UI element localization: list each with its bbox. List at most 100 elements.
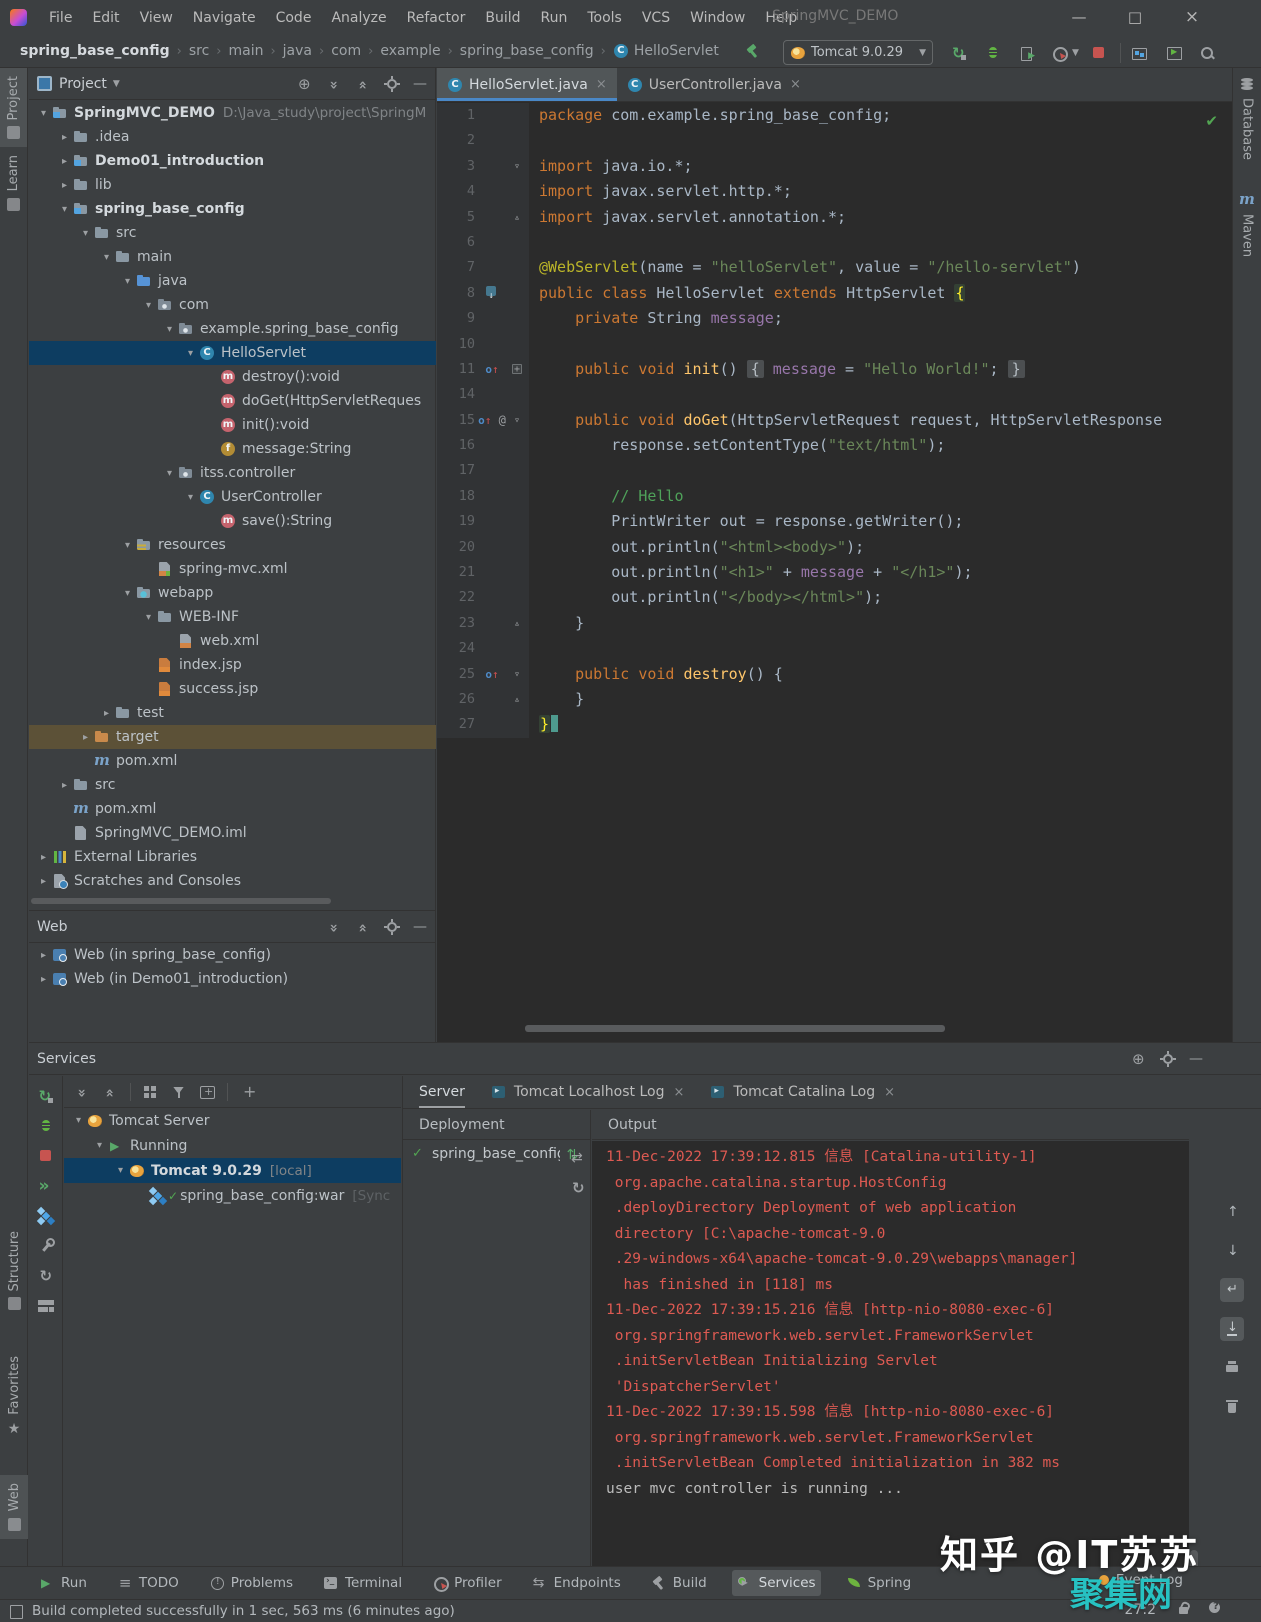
add-icon[interactable] — [240, 1084, 256, 1100]
project-tree-row[interactable]: ▾spring_base_config — [29, 197, 436, 221]
override-marker-icon[interactable]: o — [485, 668, 492, 681]
wrench-icon[interactable] — [38, 1238, 54, 1254]
run-configuration-select[interactable]: Tomcat 9.0.29 ▼ — [783, 40, 933, 65]
tree-arrow-icon[interactable]: ▸ — [35, 974, 52, 985]
editor-gutter[interactable]: 17 — [437, 458, 529, 483]
tool-window-button[interactable] — [1163, 42, 1185, 64]
tree-arrow-icon[interactable]: ▸ — [56, 132, 73, 143]
window-minimize-icon[interactable]: — — [1066, 4, 1092, 30]
fold-marker-icon[interactable]: ▿ — [509, 154, 525, 179]
editor-gutter[interactable]: 8 — [437, 281, 529, 306]
close-icon[interactable]: × — [596, 77, 607, 92]
horizontal-scrollbar[interactable] — [31, 898, 331, 904]
code-editor[interactable]: 1package com.example.spring_base_config;… — [437, 103, 1232, 1008]
status-item-problems[interactable]: Problems — [204, 1570, 298, 1596]
project-tree-row[interactable]: ▾UserController — [29, 485, 436, 509]
profiler-dropdown-icon[interactable]: ▼ — [1072, 48, 1079, 58]
tool-button-web[interactable]: Web — [0, 1475, 28, 1538]
tree-arrow-icon[interactable]: ▸ — [77, 732, 94, 743]
breadcrumb-item[interactable]: src — [189, 43, 209, 59]
project-tree-row[interactable]: ▾SpringMVC_DEMOD:\Java_study\project\Spr… — [29, 101, 436, 125]
services-tree-row[interactable]: ▾Running — [64, 1133, 401, 1158]
fold-marker-icon[interactable]: ▵ — [509, 611, 525, 636]
expand-all-icon[interactable] — [326, 919, 342, 935]
tool-button-favorites[interactable]: Favorites★ — [0, 1348, 28, 1445]
window-maximize-icon[interactable]: □ — [1122, 4, 1148, 30]
project-tree-row[interactable]: ▾HelloServlet — [29, 341, 436, 365]
tree-arrow-icon[interactable]: ▾ — [161, 468, 178, 479]
menu-item-run[interactable]: Run — [531, 10, 578, 26]
tree-arrow-icon[interactable]: ▸ — [56, 180, 73, 191]
project-tree-row[interactable]: save():String — [29, 509, 436, 533]
fold-marker-icon[interactable]: + — [509, 357, 525, 382]
fold-marker-icon[interactable]: ▿ — [509, 408, 525, 433]
project-tree-row[interactable]: ▸lib — [29, 173, 436, 197]
layout-icon[interactable] — [8, 1603, 24, 1619]
editor-gutter[interactable]: 23▵ — [437, 611, 529, 636]
gutter-mark[interactable]: o↑ — [475, 357, 509, 382]
status-item-profiler[interactable]: Profiler — [427, 1570, 507, 1596]
refresh-icon[interactable] — [38, 1268, 54, 1284]
status-item-spring[interactable]: Spring — [841, 1570, 917, 1596]
tree-arrow-icon[interactable]: ▾ — [182, 348, 199, 359]
menu-item-edit[interactable]: Edit — [82, 10, 129, 26]
menu-item-file[interactable]: File — [39, 10, 82, 26]
locate-icon[interactable] — [1131, 1051, 1147, 1067]
editor-gutter[interactable]: 10 — [437, 332, 529, 357]
dashboard-icon[interactable] — [38, 1298, 54, 1314]
server-tab[interactable]: Server — [419, 1076, 465, 1108]
status-item-services[interactable]: Services — [732, 1570, 821, 1596]
scroll-down-button[interactable] — [1220, 1239, 1244, 1263]
editor-gutter[interactable]: 16 — [437, 433, 529, 458]
tree-arrow-icon[interactable]: ▸ — [56, 780, 73, 791]
tree-arrow-icon[interactable]: ▾ — [98, 252, 115, 263]
collapse-all-icon[interactable] — [102, 1084, 118, 1100]
menu-item-analyze[interactable]: Analyze — [321, 10, 396, 26]
project-tree-row[interactable]: ▸.idea — [29, 125, 436, 149]
project-tree-row[interactable]: ▾example.spring_base_config — [29, 317, 436, 341]
tree-arrow-icon[interactable]: ▾ — [70, 1115, 87, 1126]
override-marker-icon[interactable]: o — [485, 363, 492, 376]
project-tree-row[interactable]: ▸src — [29, 773, 436, 797]
editor-gutter[interactable]: 22 — [437, 585, 529, 610]
tree-arrow-icon[interactable]: ▾ — [119, 588, 136, 599]
breadcrumb-item[interactable]: spring_base_config — [20, 43, 170, 59]
project-tree-row[interactable]: ▸External Libraries — [29, 845, 436, 869]
add-service-frame-icon[interactable] — [199, 1084, 215, 1100]
editor-gutter[interactable]: 20 — [437, 535, 529, 560]
tool-button-maven[interactable]: Maven — [1233, 184, 1261, 265]
tree-arrow-icon[interactable]: ▸ — [35, 852, 52, 863]
fold-marker-icon[interactable]: ▿ — [509, 662, 525, 687]
project-tree-row[interactable]: ▾com — [29, 293, 436, 317]
breadcrumb-item[interactable]: java — [283, 43, 312, 59]
menu-item-window[interactable]: Window — [680, 10, 755, 26]
debug-icon[interactable] — [38, 1118, 54, 1134]
editor-gutter[interactable]: 18 — [437, 484, 529, 509]
menu-item-vcs[interactable]: VCS — [632, 10, 680, 26]
tree-arrow-icon[interactable]: ▸ — [35, 950, 52, 961]
search-everywhere-button[interactable] — [1196, 42, 1218, 64]
project-tree-row[interactable]: doGet(HttpServletReques — [29, 389, 436, 413]
gear-icon[interactable] — [384, 76, 400, 92]
editor-gutter[interactable]: 11o↑+ — [437, 357, 529, 382]
tree-arrow-icon[interactable]: ▾ — [140, 300, 157, 311]
server-log-output[interactable]: 11-Dec-2022 17:39:12.815 信息 [Catalina-ut… — [592, 1141, 1189, 1566]
gear-icon[interactable] — [1160, 1051, 1176, 1067]
project-tree-row[interactable]: spring-mvc.xml — [29, 557, 436, 581]
tree-arrow-icon[interactable]: ▾ — [161, 324, 178, 335]
inspections-ok-icon[interactable]: ✔ — [1205, 112, 1218, 130]
print-button[interactable] — [1220, 1356, 1244, 1380]
project-structure-button[interactable] — [1128, 42, 1150, 64]
project-tree-row[interactable]: init():void — [29, 413, 436, 437]
project-tree-row[interactable]: ▸target — [29, 725, 436, 749]
stop-icon[interactable] — [38, 1148, 54, 1164]
project-tree-row[interactable]: SpringMVC_DEMO.iml — [29, 821, 436, 845]
close-icon[interactable]: × — [790, 77, 801, 92]
tree-arrow-icon[interactable]: ▾ — [112, 1165, 129, 1176]
tree-arrow-icon[interactable]: ▾ — [182, 492, 199, 503]
status-item-todo[interactable]: TODO — [112, 1570, 184, 1596]
editor-gutter[interactable]: 26▵ — [437, 687, 529, 712]
project-tree-row[interactable]: pom.xml — [29, 797, 436, 821]
editor-gutter[interactable]: 4 — [437, 179, 529, 204]
hide-panel-icon[interactable]: — — [413, 76, 427, 92]
